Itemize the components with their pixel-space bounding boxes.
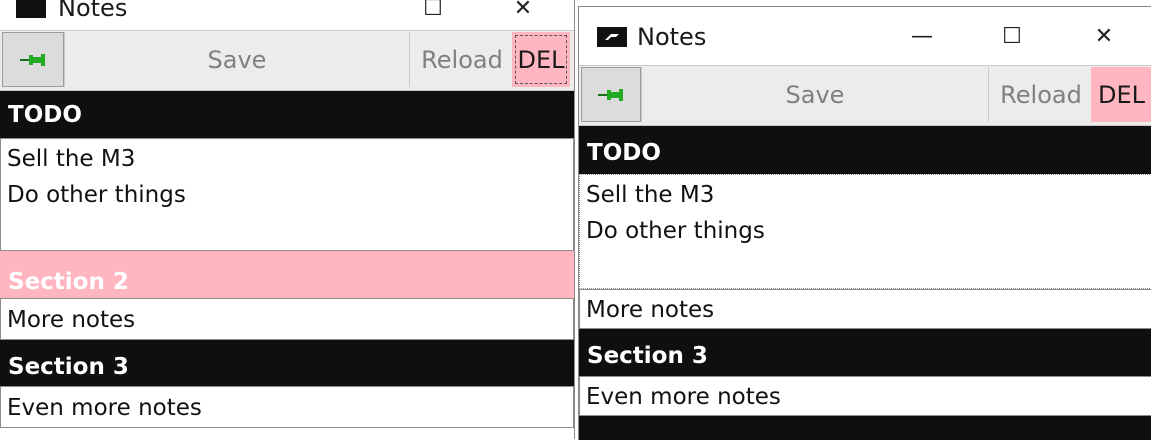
section-title: Section 3 — [8, 354, 129, 380]
title-bar[interactable]: Notes — ☐ ✕ — [579, 7, 1151, 65]
section-header-section-3[interactable]: Section 3 — [0, 340, 574, 386]
maximize-button[interactable]: ☐ — [410, 0, 456, 30]
save-button[interactable]: Save — [641, 67, 989, 122]
section-header-todo[interactable]: TODO — [579, 126, 1151, 174]
save-label: Save — [207, 45, 267, 74]
notes-window-left: Notes ☐ ✕ Save Reload DEL TODO Sell the … — [0, 0, 575, 439]
todo-notes-text[interactable]: Sell the M3 Do other things — [579, 174, 1151, 289]
toolbar: Save Reload DEL — [0, 30, 574, 91]
close-icon: ✕ — [1094, 23, 1114, 49]
app-logo-icon — [16, 0, 46, 18]
section-header-todo[interactable]: TODO — [0, 91, 574, 138]
notes-panel: TODO Sell the M3 Do other things More no… — [579, 126, 1151, 440]
save-label: Save — [785, 80, 845, 109]
pin-icon — [20, 53, 45, 66]
maximize-icon: ☐ — [423, 0, 443, 21]
window-title: Notes — [637, 23, 707, 51]
reload-label: Reload — [421, 45, 503, 74]
delete-label: DEL — [1097, 80, 1145, 109]
reload-button[interactable]: Reload — [991, 67, 1091, 122]
section-3-notes-text[interactable]: Even more notes — [579, 376, 1151, 416]
delete-button[interactable]: DEL — [1091, 67, 1151, 122]
section-title: TODO — [587, 140, 661, 166]
section-title: Section 2 — [8, 268, 129, 295]
section-title: TODO — [8, 101, 82, 128]
reload-label: Reload — [1000, 80, 1082, 109]
section-header-section-2[interactable]: Section 2 — [0, 251, 574, 298]
title-bar[interactable]: Notes ☐ ✕ — [0, 0, 574, 30]
toolbar: Save Reload DEL — [579, 65, 1151, 126]
section-2-notes-text[interactable]: More notes — [579, 289, 1151, 329]
notes-window-right: Notes — ☐ ✕ Save Reload DEL TODO Sell th… — [578, 6, 1151, 440]
delete-label: DEL — [517, 45, 565, 74]
close-icon: ✕ — [513, 0, 533, 21]
maximize-icon: ☐ — [1002, 23, 1022, 49]
section-3-notes-text[interactable]: Even more notes — [0, 386, 574, 428]
empty-section-header — [579, 416, 1151, 440]
close-button[interactable]: ✕ — [500, 0, 546, 30]
app-logo-icon — [597, 27, 627, 47]
pin-button[interactable] — [2, 32, 64, 87]
section-2-notes-text[interactable]: More notes — [0, 298, 574, 340]
section-title: Section 3 — [587, 342, 708, 369]
delete-button[interactable]: DEL — [512, 32, 570, 87]
pin-button[interactable] — [581, 67, 641, 122]
window-title: Notes — [58, 0, 128, 22]
minimize-icon: — — [911, 23, 933, 49]
close-button[interactable]: ✕ — [1081, 7, 1127, 65]
pin-icon — [598, 88, 623, 101]
section-header-section-3[interactable]: Section 3 — [579, 329, 1151, 376]
todo-notes-text[interactable]: Sell the M3 Do other things — [0, 138, 574, 251]
maximize-button[interactable]: ☐ — [989, 7, 1035, 65]
save-button[interactable]: Save — [64, 32, 410, 87]
minimize-button[interactable]: — — [899, 7, 945, 65]
notes-panel: TODO Sell the M3 Do other things Section… — [0, 91, 574, 428]
reload-button[interactable]: Reload — [412, 32, 512, 87]
